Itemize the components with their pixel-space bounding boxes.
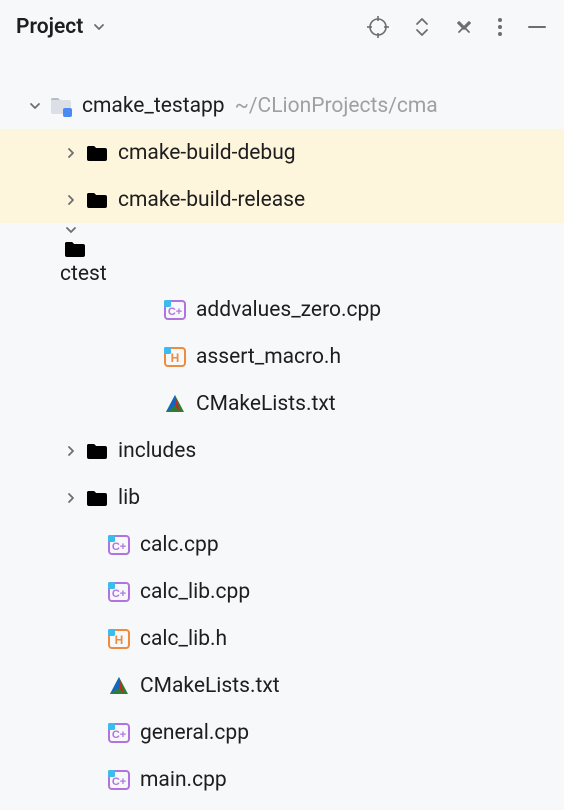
expand-collapse-icon[interactable]	[412, 15, 432, 39]
tree-item-label: includes	[118, 439, 196, 463]
chevron-down-icon[interactable]	[60, 223, 82, 237]
folder-icon	[82, 188, 112, 212]
tree-item-label: cmake-build-debug	[118, 141, 296, 165]
tree-item-label: addvalues_zero.cpp	[196, 298, 381, 322]
header-toolbar	[366, 15, 548, 39]
tree-row-selected-wrap: ctest	[0, 223, 564, 286]
tree-item[interactable]: cmake-build-release	[0, 176, 564, 223]
tree-item[interactable]: calc_lib.h	[0, 615, 564, 662]
tree-item-label: calc_lib.h	[140, 627, 227, 651]
h-file-icon	[104, 627, 134, 651]
chevron-right-icon[interactable]	[60, 193, 82, 207]
tree-item[interactable]: CMakeLists.txt	[0, 662, 564, 709]
tree-item-label: CMakeLists.txt	[196, 392, 336, 416]
cpp-file-icon	[104, 580, 134, 604]
tree-item-label: calc.cpp	[140, 533, 219, 557]
minimize-icon[interactable]	[526, 16, 548, 38]
project-tree: cmake_testapp ~/CLionProjects/cma cmake-…	[0, 54, 564, 803]
tree-item[interactable]: lib	[0, 474, 564, 521]
target-icon[interactable]	[366, 15, 390, 39]
tree-item-label: CMakeLists.txt	[140, 674, 280, 698]
close-icon[interactable]	[454, 17, 474, 37]
tree-item[interactable]: cmake-build-debug	[0, 129, 564, 176]
tree-item-label: lib	[118, 486, 140, 510]
chevron-down-icon[interactable]	[91, 19, 107, 35]
more-icon[interactable]	[496, 15, 504, 39]
folder-icon	[82, 439, 112, 463]
folder-icon	[60, 237, 90, 261]
cpp-file-icon	[104, 768, 134, 792]
project-panel-header: Project	[0, 0, 564, 54]
tree-item-path: ~/CLionProjects/cma	[235, 94, 438, 118]
tree-item-label: main.cpp	[140, 768, 227, 792]
tree-item-label: ctest	[60, 262, 107, 286]
panel-title: Project	[16, 15, 83, 39]
header-left[interactable]: Project	[16, 15, 107, 39]
tree-root[interactable]: cmake_testapp ~/CLionProjects/cma	[0, 82, 564, 129]
tree-item[interactable]: calc.cpp	[0, 521, 564, 568]
cmake-file-icon	[160, 392, 190, 416]
tree-item[interactable]: assert_macro.h	[0, 333, 564, 380]
chevron-right-icon[interactable]	[60, 146, 82, 160]
tree-item-label: general.cpp	[140, 721, 249, 745]
chevron-right-icon[interactable]	[60, 444, 82, 458]
tree-item-label: calc_lib.cpp	[140, 580, 250, 604]
h-file-icon	[160, 345, 190, 369]
tree-item[interactable]: CMakeLists.txt	[0, 380, 564, 427]
folder-icon	[82, 486, 112, 510]
chevron-right-icon[interactable]	[60, 491, 82, 505]
tree-item[interactable]: addvalues_zero.cpp	[0, 286, 564, 333]
chevron-down-icon[interactable]	[24, 99, 46, 113]
cpp-file-icon	[104, 721, 134, 745]
cpp-file-icon	[104, 533, 134, 557]
tree-item[interactable]: includes	[0, 427, 564, 474]
cpp-file-icon	[160, 298, 190, 322]
tree-item[interactable]: main.cpp	[0, 756, 564, 803]
tree-item[interactable]: calc_lib.cpp	[0, 568, 564, 615]
tree-item[interactable]: general.cpp	[0, 709, 564, 756]
cmake-file-icon	[104, 674, 134, 698]
tree-item-label: cmake-build-release	[118, 188, 305, 212]
tree-item-label: cmake_testapp	[82, 94, 225, 118]
tree-item-label: assert_macro.h	[196, 345, 341, 369]
module-folder-icon	[46, 94, 76, 118]
folder-icon	[82, 141, 112, 165]
tree-item[interactable]: ctest	[16, 223, 548, 286]
